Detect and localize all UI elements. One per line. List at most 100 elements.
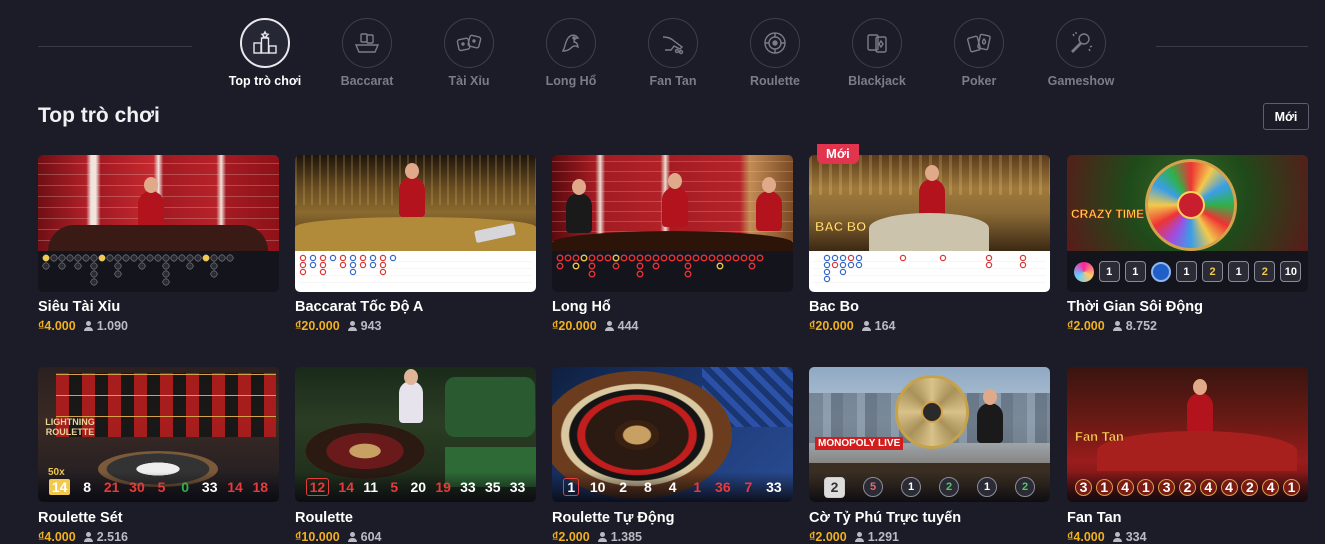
game-name[interactable]: Long Hổ [552,299,611,315]
result-chip: 5 [863,477,883,497]
game-thumbnail[interactable]: LIGHTNING ROULETTE 50x 14 8 21 30 5 0 33… [38,367,279,502]
category-top-games[interactable]: Top trò chơi [214,18,316,88]
category-tai-xiu[interactable]: Tài Xỉu [418,18,520,88]
game-thumbnail[interactable] [38,155,279,292]
result-number: 5 [157,479,166,495]
game-card[interactable]: MONOPOLY LIVE 2 5 1 2 1 2 Cờ Tỷ Phú Trực… [809,367,1050,544]
category-label: Blackjack [848,74,906,88]
game-card[interactable]: Long Hổ ₫20.000 444 [552,155,793,333]
user-icon [1112,321,1122,331]
game-name[interactable]: Roulette Sét [38,510,123,526]
page: Top trò chơi Baccarat Tài Xỉu Long Hổ Fa [0,0,1325,544]
result-number: 7 [744,479,753,495]
game-card[interactable]: Baccarat Tốc Độ A ₫20.000 943 [295,155,536,333]
game-name[interactable]: Bac Bo [809,299,859,315]
player-count-value: 1.385 [610,530,642,544]
game-name[interactable]: Siêu Tài Xỉu [38,299,120,315]
category-gameshow[interactable]: Gameshow [1030,18,1132,88]
game-thumbnail[interactable]: Fan Tan 3 1 4 1 3 2 4 4 2 4 1 [1067,367,1308,502]
player-count: 1.090 [83,319,128,333]
fantan-logo: Fan Tan [1075,429,1124,444]
result-number: 2 [1241,478,1259,496]
game-name[interactable]: Baccarat Tốc Độ A [295,299,423,315]
game-name[interactable]: Roulette Tự Động [552,510,674,526]
game-card[interactable]: 12 14 11 5 20 19 33 35 33 Roulette ₫10.0… [295,367,536,544]
category-long-ho[interactable]: Long Hổ [520,18,622,88]
player-count-value: 1.291 [867,530,899,544]
microphone-icon [1056,18,1106,68]
result-chip: 1 [1098,261,1120,282]
min-bet: ₫10.000 [295,530,340,544]
game-scene-image [38,155,279,251]
crazy-time-logo: CRAZY TIME [1071,207,1145,221]
category-label: Fan Tan [649,74,697,88]
game-name[interactable]: Fan Tan [1067,510,1122,526]
category-label: Tài Xỉu [448,74,490,88]
recent-results: 12 14 11 5 20 19 33 35 33 [295,472,536,502]
game-thumbnail[interactable] [295,155,536,292]
game-name[interactable]: Thời Gian Sôi Động [1067,299,1203,315]
result-chip: 1 [1175,261,1197,282]
game-thumbnail[interactable]: MONOPOLY LIVE 2 5 1 2 1 2 [809,367,1050,502]
game-thumbnail[interactable]: 12 14 11 5 20 19 33 35 33 [295,367,536,502]
category-poker[interactable]: Poker [928,18,1030,88]
game-card[interactable]: LIGHTNING ROULETTE 50x 14 8 21 30 5 0 33… [38,367,279,544]
nav-divider-right [1156,46,1308,47]
game-thumbnail[interactable]: CRAZY TIME 1 1 1 2 1 2 10 [1067,155,1308,292]
game-thumbnail[interactable]: 1 10 2 8 4 1 36 7 33 [552,367,793,502]
min-bet: ₫2.000 [552,530,590,544]
user-icon [347,532,357,542]
min-bet: ₫20.000 [552,319,597,333]
result-chip: 2 [1015,477,1035,497]
result-chip: 2 [1202,261,1224,282]
game-meta: ₫4.000 1.090 [38,319,128,333]
game-meta: ₫20.000 164 [809,319,896,333]
game-thumbnail[interactable]: BAC BO [809,155,1050,292]
result-number: 20 [410,479,427,495]
category-label: Long Hổ [545,74,597,88]
game-card[interactable]: CRAZY TIME 1 1 1 2 1 2 10 Thời Gian Sôi … [1067,155,1308,333]
game-card[interactable]: Fan Tan 3 1 4 1 3 2 4 4 2 4 1 Fan Tan ₫4… [1067,367,1308,544]
category-baccarat[interactable]: Baccarat [316,18,418,88]
dice-icon [444,18,494,68]
results-board: 1 1 1 2 1 2 10 [1067,251,1308,292]
result-number: 11 [363,479,379,495]
game-meta: ₫20.000 444 [552,319,639,333]
game-card[interactable]: 1 10 2 8 4 1 36 7 33 Roulette Tự Động ₫2… [552,367,793,544]
category-blackjack[interactable]: Blackjack [826,18,928,88]
player-count-value: 604 [360,530,382,544]
category-roulette[interactable]: Roulette [724,18,826,88]
result-number: 0 [181,479,190,495]
min-bet: ₫4.000 [38,530,76,544]
recent-results: 14 8 21 30 5 0 33 14 18 [38,472,279,502]
result-number: 10 [589,479,606,495]
category-label: Poker [961,74,997,88]
result-chip: 2 [824,476,845,498]
player-count-value: 164 [874,319,896,333]
bac-bo-logo: BAC BO [815,219,867,235]
min-bet: ₫4.000 [38,319,76,333]
roulette-wheel-icon [750,18,800,68]
game-thumbnail[interactable] [552,155,793,292]
game-card[interactable]: Mới BAC BO Bac Bo ₫20.000 164 [809,144,1050,333]
game-name[interactable]: Cờ Tỷ Phú Trực tuyến [809,510,961,526]
sort-new-button[interactable]: Mới [1263,103,1309,130]
player-count: 164 [861,319,896,333]
result-number: 12 [305,478,330,496]
game-meta: ₫2.000 1.385 [552,530,642,544]
game-card[interactable]: Siêu Tài Xỉu ₫4.000 1.090 [38,155,279,333]
player-count: 334 [1112,530,1147,544]
category-fan-tan[interactable]: Fan Tan [622,18,724,88]
game-meta: ₫4.000 334 [1067,530,1147,544]
player-count-value: 943 [360,319,382,333]
game-scene-image: BAC BO [809,155,1050,251]
user-icon [83,321,93,331]
result-number: 2 [619,479,628,495]
game-name[interactable]: Roulette [295,510,353,526]
player-count: 8.752 [1112,319,1157,333]
category-nav: Top trò chơi Baccarat Tài Xỉu Long Hổ Fa [0,0,1325,100]
result-number: 14 [338,479,354,495]
player-count: 604 [347,530,382,544]
category-label: Gameshow [1047,74,1115,88]
result-number: 4 [1220,478,1238,496]
